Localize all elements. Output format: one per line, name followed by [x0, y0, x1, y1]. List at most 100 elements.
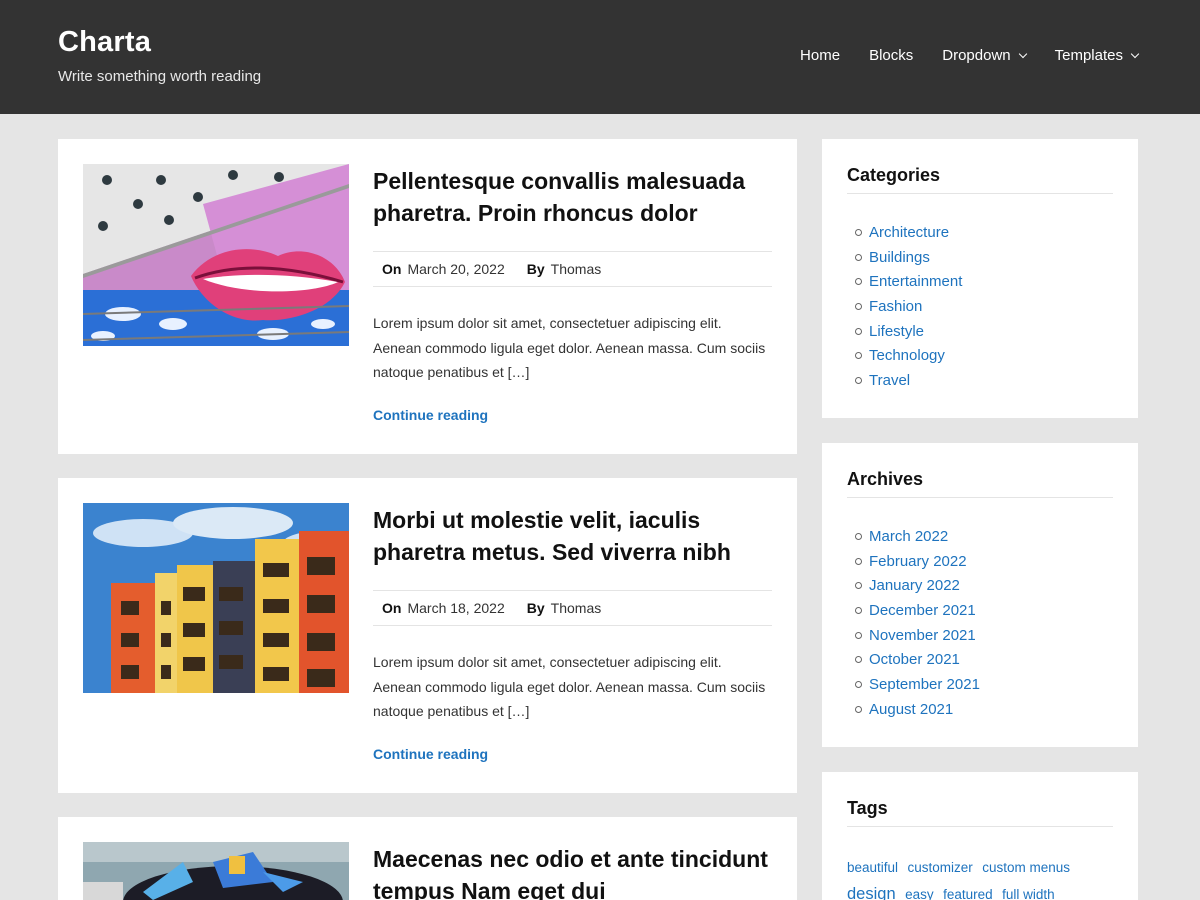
post-date[interactable]: March 20, 2022: [407, 261, 504, 277]
tag-link[interactable]: custom menus: [982, 860, 1070, 875]
tag-link[interactable]: customizer: [908, 860, 973, 875]
bullet-icon: [855, 631, 862, 639]
post-author[interactable]: Thomas: [551, 261, 602, 277]
bullet-icon: [855, 228, 862, 236]
post-card: Morbi ut molestie velit, iaculis pharetr…: [58, 478, 797, 793]
widget-title: Tags: [847, 798, 1113, 827]
graffiti-image: [83, 842, 349, 900]
chevron-down-icon: [1130, 49, 1140, 58]
post-excerpt: Lorem ipsum dolor sit amet, consectetuer…: [373, 315, 766, 380]
archive-link[interactable]: November 2021: [847, 623, 1113, 648]
bullet-icon: [855, 278, 862, 286]
tag-cloud: beautiful customizer custom menus design…: [847, 855, 1113, 900]
tags-widget: Tags beautiful customizer custom menus d…: [822, 772, 1138, 900]
site-title[interactable]: Charta: [58, 26, 151, 59]
archive-link-label: September 2021: [869, 675, 980, 693]
post-thumbnail[interactable]: [83, 842, 349, 900]
archive-link[interactable]: August 2021: [847, 697, 1113, 722]
colorful-building-image: [83, 503, 349, 693]
category-link-label: Technology: [869, 347, 945, 365]
bullet-icon: [855, 352, 862, 360]
continue-reading-link[interactable]: Continue reading: [373, 407, 488, 423]
nav-item-dropdown[interactable]: Dropdown: [942, 47, 1027, 64]
archive-link[interactable]: October 2021: [847, 647, 1113, 672]
post-date[interactable]: March 18, 2022: [407, 600, 504, 616]
tag-link[interactable]: design: [847, 885, 896, 900]
meta-by-label: By: [526, 600, 545, 616]
nav-item-label: Templates: [1054, 47, 1123, 64]
category-link[interactable]: Architecture: [847, 220, 1113, 245]
site-description: Write something worth reading: [58, 68, 262, 85]
category-link[interactable]: Travel: [847, 368, 1113, 393]
post-meta: On March 20, 2022 By Thomas: [373, 251, 772, 287]
tag-link[interactable]: easy: [905, 887, 934, 900]
nav-item-home[interactable]: Home: [800, 47, 840, 64]
archive-link-label: December 2021: [869, 601, 976, 619]
bullet-icon: [855, 680, 862, 688]
bullet-icon: [855, 302, 862, 310]
category-link[interactable]: Entertainment: [847, 269, 1113, 294]
meta-on-label: On: [382, 261, 402, 277]
post-title[interactable]: Maecenas nec odio et ante tincidunt temp…: [373, 843, 772, 900]
tag-link[interactable]: beautiful: [847, 860, 898, 875]
category-link-label: Lifestyle: [869, 322, 925, 340]
post-title[interactable]: Morbi ut molestie velit, iaculis pharetr…: [373, 504, 772, 568]
post-thumbnail[interactable]: [83, 503, 349, 693]
main-navigation: Home Blocks Dropdown Templates: [771, 47, 1140, 64]
nav-item-blocks[interactable]: Blocks: [869, 47, 913, 64]
site-header: Charta Write something worth reading Hom…: [0, 0, 1200, 114]
bullet-icon: [855, 532, 862, 540]
archive-link[interactable]: September 2021: [847, 672, 1113, 697]
continue-reading-link[interactable]: Continue reading: [373, 746, 488, 762]
archive-link-label: October 2021: [869, 651, 960, 669]
bullet-icon: [855, 656, 862, 664]
bullet-icon: [855, 557, 862, 565]
category-link-label: Travel: [869, 371, 911, 389]
category-link[interactable]: Buildings: [847, 245, 1113, 270]
tag-link[interactable]: featured: [943, 887, 993, 900]
nav-item-label: Home: [800, 47, 841, 64]
archive-link-label: March 2022: [869, 527, 949, 545]
category-link-label: Architecture: [869, 223, 950, 241]
category-link-label: Fashion: [869, 297, 923, 315]
archive-link-label: January 2022: [869, 577, 960, 595]
tag-link[interactable]: full width: [1002, 887, 1055, 900]
nav-item-templates[interactable]: Templates: [1054, 47, 1140, 64]
categories-list: Architecture Buildings Entertainment Fashio…: [847, 220, 1113, 393]
archive-link[interactable]: December 2021: [847, 598, 1113, 623]
post-body: Pellentesque convallis malesuada pharetr…: [373, 165, 772, 425]
post-card: Maecenas nec odio et ante tincidunt temp…: [58, 817, 797, 900]
bullet-icon: [855, 253, 862, 261]
archives-list: March 2022 February 2022 January 2022 Decem…: [847, 524, 1113, 722]
post-author[interactable]: Thomas: [551, 600, 602, 616]
lips-mural-image: [83, 164, 349, 346]
bullet-icon: [855, 606, 862, 614]
category-link[interactable]: Technology: [847, 343, 1113, 368]
category-link[interactable]: Lifestyle: [847, 319, 1113, 344]
post-title[interactable]: Pellentesque convallis malesuada pharetr…: [373, 165, 772, 229]
post-body: Maecenas nec odio et ante tincidunt temp…: [373, 843, 772, 900]
archive-link[interactable]: February 2022: [847, 549, 1113, 574]
bullet-icon: [855, 705, 862, 713]
archive-link-label: November 2021: [869, 626, 976, 644]
bullet-icon: [855, 582, 862, 590]
archive-link[interactable]: January 2022: [847, 573, 1113, 598]
chevron-down-icon: [1018, 49, 1027, 58]
nav-item-label: Dropdown: [942, 47, 1011, 64]
category-link-label: Entertainment: [869, 273, 963, 291]
post-body: Morbi ut molestie velit, iaculis pharetr…: [373, 504, 772, 764]
post-excerpt: Lorem ipsum dolor sit amet, consectetuer…: [373, 654, 766, 719]
nav-item-label: Blocks: [869, 47, 914, 64]
archive-link-label: August 2021: [869, 700, 954, 718]
widget-title: Categories: [847, 165, 1113, 194]
post-card: Pellentesque convallis malesuada pharetr…: [58, 139, 797, 454]
archive-link-label: February 2022: [869, 552, 967, 570]
archive-link[interactable]: March 2022: [847, 524, 1113, 549]
archives-widget: Archives March 2022 February 2022 January …: [822, 443, 1138, 747]
category-link-label: Buildings: [869, 248, 930, 266]
post-thumbnail[interactable]: [83, 164, 349, 346]
category-link[interactable]: Fashion: [847, 294, 1113, 319]
meta-by-label: By: [526, 261, 545, 277]
categories-widget: Categories Architecture Buildings Entertai…: [822, 139, 1138, 418]
meta-on-label: On: [382, 600, 402, 616]
